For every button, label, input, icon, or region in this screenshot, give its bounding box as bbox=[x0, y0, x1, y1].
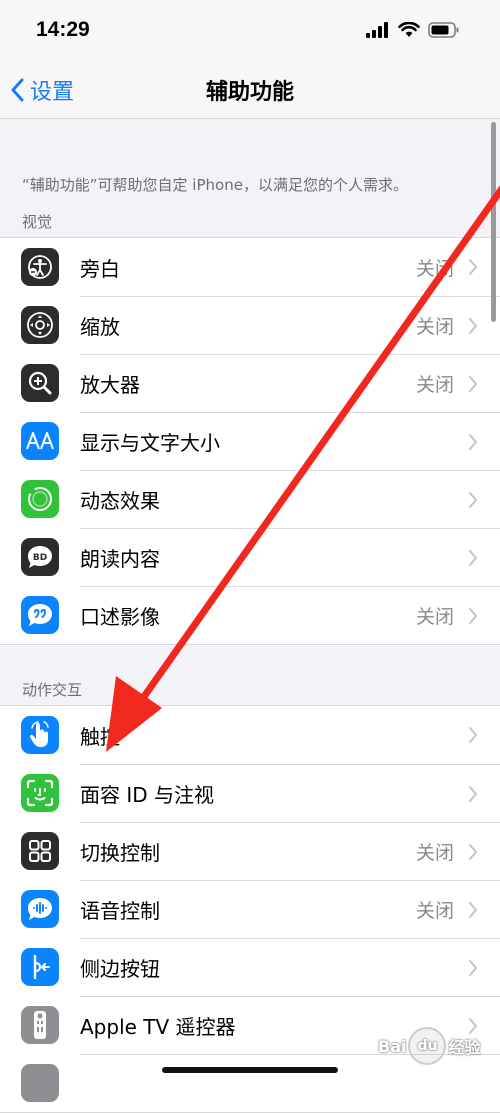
apple-tv-remote-icon bbox=[21, 1006, 59, 1044]
switch-control-icon bbox=[21, 832, 59, 870]
row-label: 触控 bbox=[80, 724, 120, 749]
row-label: 口述影像 bbox=[80, 605, 160, 629]
wifi-icon bbox=[398, 22, 420, 37]
row-magnifier[interactable]: 放大器 关闭 bbox=[0, 354, 500, 412]
row-zoom[interactable]: 缩放 关闭 bbox=[0, 296, 500, 354]
row-label: 语音控制 bbox=[80, 899, 160, 923]
svg-text:BD: BD bbox=[33, 553, 47, 563]
status-bar: 14:29 bbox=[0, 0, 500, 60]
chevron-right-icon bbox=[469, 843, 477, 860]
row-voice-control[interactable]: 语音控制 关闭 bbox=[0, 880, 500, 938]
magnifier-icon bbox=[21, 364, 59, 402]
row-touch[interactable]: 触控 bbox=[0, 706, 500, 764]
chevron-right-icon bbox=[469, 727, 477, 743]
row-switch-control[interactable]: 切换控制 关闭 bbox=[0, 822, 500, 880]
row-value: 关闭 bbox=[415, 842, 454, 864]
touch-icon bbox=[21, 716, 59, 754]
voice-control-icon bbox=[21, 890, 59, 928]
chevron-right-icon bbox=[469, 959, 477, 976]
cellular-signal-icon bbox=[366, 22, 388, 38]
page-title: 辅助功能 bbox=[205, 80, 294, 105]
battery-icon bbox=[428, 22, 459, 38]
row-display-text-size[interactable]: 显示与文字大小 bbox=[0, 412, 500, 470]
chevron-right-icon bbox=[469, 433, 477, 450]
text-size-icon bbox=[21, 422, 59, 460]
row-audio-descriptions[interactable]: 口述影像 关闭 bbox=[0, 586, 500, 644]
section-header-physical-motor: 动作交互 bbox=[22, 681, 83, 699]
chevron-right-icon bbox=[469, 491, 477, 508]
audio-description-icon bbox=[21, 596, 59, 634]
settings-group-vision: 旁白 关闭 缩放 关闭 放大器 关闭 显示与文字大小 动态效果 BD 朗读内容 … bbox=[0, 237, 500, 645]
row-label: 面容 ID 与注视 bbox=[80, 783, 215, 807]
row-label: 放大器 bbox=[80, 373, 140, 397]
row-label: 侧边按钮 bbox=[80, 957, 160, 981]
chevron-right-icon bbox=[469, 785, 477, 802]
motion-icon bbox=[21, 480, 59, 518]
face-id-icon bbox=[21, 774, 59, 812]
home-indicator bbox=[162, 1067, 338, 1073]
page-description: “辅助功能”可帮助您自定 iPhone，以满足您的个人需求。 bbox=[22, 176, 408, 194]
zoom-icon bbox=[21, 306, 59, 344]
row-face-id-attention[interactable]: 面容 ID 与注视 bbox=[0, 764, 500, 822]
section-header-vision: 视觉 bbox=[22, 213, 53, 231]
row-value: 关闭 bbox=[415, 606, 454, 628]
scrollbar[interactable] bbox=[491, 122, 496, 322]
row-motion[interactable]: 动态效果 bbox=[0, 470, 500, 528]
spoken-content-icon: BD bbox=[21, 538, 59, 576]
row-label: 显示与文字大小 bbox=[80, 431, 220, 455]
chevron-right-icon bbox=[469, 549, 477, 566]
chevron-right-icon bbox=[469, 901, 477, 918]
status-icons bbox=[366, 22, 460, 38]
row-label: 动态效果 bbox=[80, 489, 160, 513]
navigation-bar: 设置 辅助功能 bbox=[0, 60, 500, 119]
row-label: 朗读内容 bbox=[80, 547, 160, 571]
row-value: 关闭 bbox=[415, 316, 454, 338]
chevron-right-icon bbox=[469, 375, 477, 392]
side-button-icon bbox=[21, 948, 59, 986]
partial-row-icon bbox=[21, 1064, 59, 1102]
paw-icon: du bbox=[408, 1027, 447, 1065]
chevron-right-icon bbox=[469, 317, 477, 334]
row-label: 旁白 bbox=[80, 256, 120, 281]
row-voiceover[interactable]: 旁白 关闭 bbox=[0, 238, 500, 296]
row-value: 关闭 bbox=[415, 900, 454, 922]
watermark-logo: Bai du 经验 bbox=[378, 1026, 488, 1066]
chevron-right-icon bbox=[469, 259, 477, 275]
row-spoken-content[interactable]: BD 朗读内容 bbox=[0, 528, 500, 586]
row-value: 关闭 bbox=[415, 257, 454, 280]
row-side-button[interactable]: 侧边按钮 bbox=[0, 938, 500, 996]
row-value: 关闭 bbox=[415, 374, 454, 396]
row-label: 切换控制 bbox=[80, 841, 160, 865]
status-time: 14:29 bbox=[36, 18, 90, 41]
row-label: 缩放 bbox=[80, 315, 120, 339]
chevron-right-icon bbox=[469, 607, 477, 624]
voiceover-icon bbox=[21, 248, 59, 286]
